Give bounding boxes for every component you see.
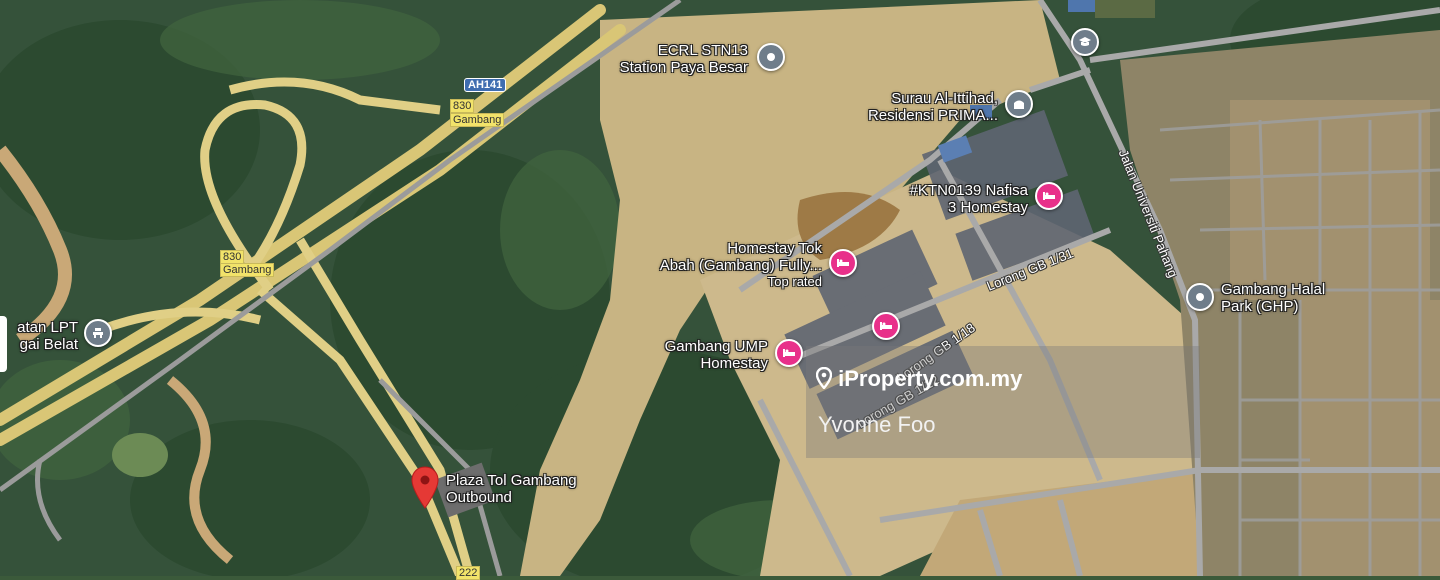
place-nafisa-homestay-label[interactable]: #KTN0139 Nafisa 3 Homestay — [870, 182, 1028, 216]
place-lpt-line2: gai Belat — [19, 336, 78, 353]
exit-830-badge-number-2: 830 — [220, 250, 245, 264]
place-halal-park-label[interactable]: Gambang Halal Park (GHP) — [1221, 281, 1325, 315]
place-tok-abah-note: Top rated — [767, 274, 822, 289]
bed-icon[interactable] — [1035, 182, 1063, 210]
rest-area-icon[interactable] — [84, 319, 112, 347]
place-plaza-tol-line2: Outbound — [446, 489, 512, 506]
place-plaza-tol-line1: Plaza Tol Gambang — [446, 472, 577, 489]
bed-icon[interactable] — [775, 339, 803, 367]
location-pin-icon — [815, 366, 833, 390]
place-plaza-tol-label[interactable]: Plaza Tol Gambang Outbound — [446, 472, 577, 506]
red-marker-icon[interactable] — [410, 466, 440, 515]
place-ecrl-line2: Station Paya Besar — [619, 59, 748, 76]
left-edge-panel — [0, 316, 7, 372]
place-halal-park-line1: Gambang Halal — [1221, 281, 1326, 298]
watermark-brand-text: iProperty.com.my — [838, 366, 1023, 391]
exit-830-badge-name: Gambang — [450, 113, 505, 127]
university-icon[interactable] — [1071, 28, 1099, 56]
place-ecrl-station-label[interactable]: ECRL STN13 Station Paya Besar — [600, 42, 748, 76]
place-tok-abah-label[interactable]: Homestay Tok Abah (Gambang) Fully... Top… — [630, 240, 822, 290]
pin-gray-icon[interactable] — [1186, 283, 1214, 311]
mosque-icon[interactable] — [1005, 90, 1033, 118]
place-ump-line2: Homestay — [700, 355, 768, 372]
watermark-brand: iProperty.com.my — [815, 366, 1023, 392]
watermark-overlay — [806, 346, 1200, 458]
place-ump-homestay-label[interactable]: Gambang UMP Homestay — [640, 338, 768, 372]
place-nafisa-line2: 3 Homestay — [947, 199, 1028, 216]
ah141-route-badge: AH141 — [464, 78, 507, 92]
place-ump-line1: Gambang UMP — [664, 338, 768, 355]
place-lpt-label[interactable]: atan LPT gai Belat — [0, 319, 78, 353]
place-surau-label[interactable]: Surau Al-Ittihad, Residensi PRIMA... — [830, 90, 998, 124]
place-halal-park-line2: Park (GHP) — [1221, 298, 1299, 315]
exit-830-badge-name-2: Gambang — [220, 263, 275, 277]
place-lpt-line1: atan LPT — [17, 319, 78, 336]
place-surau-line2: Residensi PRIMA... — [867, 107, 998, 124]
exit-830-badge-number: 830 — [450, 99, 475, 113]
bed-icon[interactable] — [872, 312, 900, 340]
route-222-badge: 222 — [456, 566, 481, 580]
place-surau-line1: Surau Al-Ittihad, — [891, 90, 998, 107]
pin-gray-icon[interactable] — [757, 43, 785, 71]
place-tok-abah-line1: Homestay Tok — [727, 240, 822, 257]
bed-icon[interactable] — [829, 249, 857, 277]
place-tok-abah-line2: Abah (Gambang) Fully... — [659, 257, 822, 274]
place-nafisa-line1: #KTN0139 Nafisa — [909, 182, 1028, 199]
place-ecrl-line1: ECRL STN13 — [657, 42, 748, 59]
watermark-agent-name: Yvonne Foo — [818, 412, 936, 437]
